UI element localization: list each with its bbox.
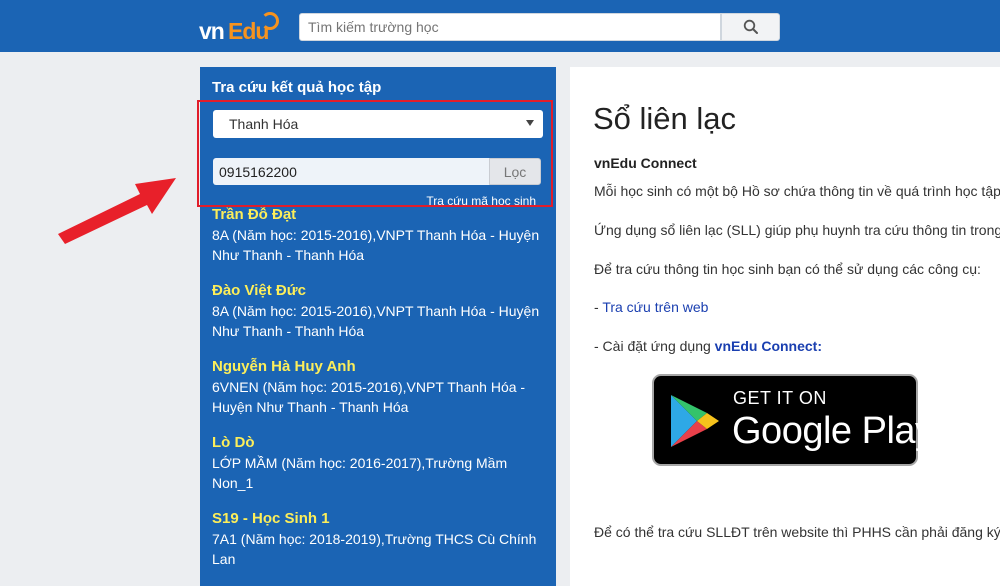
intro-paragraph: Mỗi học sinh có một bộ Hồ sơ chứa thông … bbox=[594, 183, 1000, 199]
student-info: 7A1 (Năm học: 2018-2019),Trường THCS Cù … bbox=[212, 531, 537, 567]
top-navbar: vn Edu bbox=[0, 0, 1000, 52]
student-list: Trần Đỗ Đạt 8A (Năm học: 2015-2016),VNPT… bbox=[212, 205, 548, 585]
search-icon bbox=[743, 19, 758, 34]
search-button[interactable] bbox=[721, 13, 780, 41]
tool-web-item: - Tra cứu trên web bbox=[594, 299, 708, 315]
annotation-highlight-box bbox=[197, 100, 553, 207]
student-info: 8A (Năm học: 2015-2016),VNPT Thanh Hóa -… bbox=[212, 227, 540, 263]
logo-vn-text: vn bbox=[199, 18, 225, 44]
student-item: Lò Dò LỚP MẦM (Năm học: 2016-2017),Trườn… bbox=[212, 433, 548, 493]
tool-app-item: - Cài đặt ứng dụng vnEdu Connect: bbox=[594, 338, 822, 354]
registration-paragraph: Để có thể tra cứu SLLĐT trên website thì… bbox=[594, 524, 1000, 540]
vnedu-logo[interactable]: vn Edu bbox=[199, 9, 285, 45]
sidebar-title: Tra cứu kết quả học tập bbox=[212, 79, 382, 96]
app-description-paragraph: Ứng dụng sổ liên lạc (SLL) giúp phụ huyn… bbox=[594, 222, 1000, 238]
web-lookup-link[interactable]: Tra cứu trên web bbox=[602, 299, 708, 315]
student-name-link[interactable]: Trần Đỗ Đạt bbox=[212, 205, 296, 225]
vnedu-connect-link[interactable]: vnEdu Connect: bbox=[715, 338, 822, 354]
tools-intro-paragraph: Để tra cứu thông tin học sinh bạn có thể… bbox=[594, 261, 981, 277]
student-item: Trần Đỗ Đạt 8A (Năm học: 2015-2016),VNPT… bbox=[212, 205, 548, 265]
tool-app-prefix: - Cài đặt ứng dụng bbox=[594, 338, 715, 354]
student-info: 6VNEN (Năm học: 2015-2016),VNPT Thanh Hó… bbox=[212, 379, 526, 415]
student-item: Nguyễn Hà Huy Anh 6VNEN (Năm học: 2015-2… bbox=[212, 357, 548, 417]
section-subtitle: vnEdu Connect bbox=[594, 155, 697, 171]
student-item: Đào Việt Đức 8A (Năm học: 2015-2016),VNP… bbox=[212, 281, 548, 341]
student-name-link[interactable]: Đào Việt Đức bbox=[212, 281, 306, 301]
google-play-icon bbox=[671, 395, 719, 447]
student-info: 8A (Năm học: 2015-2016),VNPT Thanh Hóa -… bbox=[212, 303, 540, 339]
google-play-badge[interactable]: GET IT ON Google Play bbox=[652, 374, 934, 466]
store-get-text: GET IT ON bbox=[733, 388, 827, 408]
student-info: LỚP MẦM (Năm học: 2016-2017),Trường Mầm … bbox=[212, 455, 508, 491]
page-title: Sổ liên lạc bbox=[593, 101, 737, 136]
annotation-arrow-icon bbox=[58, 178, 176, 244]
store-name-text: Google Play bbox=[732, 410, 934, 452]
student-name-link[interactable]: S19 - Học Sinh 1 bbox=[212, 509, 330, 529]
logo-signal-icon bbox=[261, 12, 279, 30]
student-name-link[interactable]: Nguyễn Hà Huy Anh bbox=[212, 357, 356, 377]
student-name-link[interactable]: Lò Dò bbox=[212, 433, 255, 453]
student-item: S19 - Học Sinh 1 7A1 (Năm học: 2018-2019… bbox=[212, 509, 548, 569]
content-panel: Sổ liên lạc vnEdu Connect Mỗi học sinh c… bbox=[570, 67, 1000, 586]
school-search-input[interactable] bbox=[299, 13, 721, 41]
